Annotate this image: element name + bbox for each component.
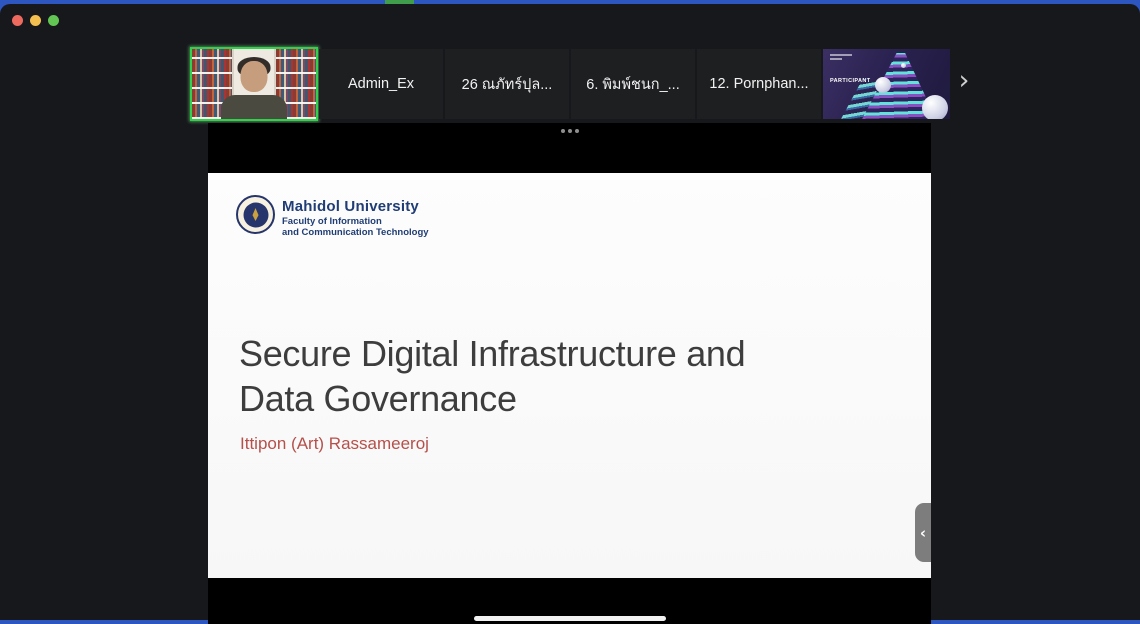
speaker-shirt xyxy=(221,95,287,121)
participant-filmstrip: Admin_Ex 26 ณภัทร์ปุล... 6. พิมพ์ชนก_...… xyxy=(190,43,990,121)
participant-tile[interactable]: 26 ณภัทร์ปุล... xyxy=(445,49,569,119)
shared-screen-region: Mahidol University Faculty of Informatio… xyxy=(208,123,931,624)
minimize-window-button[interactable] xyxy=(30,15,41,26)
university-logo: Mahidol University Faculty of Informatio… xyxy=(236,195,429,238)
mahidol-emblem-icon xyxy=(236,195,275,234)
window-controls xyxy=(12,15,59,26)
slide-title-line: Data Governance xyxy=(239,376,745,421)
sphere-graphic xyxy=(875,77,891,93)
collapse-panel-handle[interactable]: ‹ xyxy=(915,503,931,562)
slide-title: Secure Digital Infrastructure and Data G… xyxy=(239,331,745,421)
participant-slide-thumbnail[interactable]: PARTICIPANT xyxy=(823,49,950,119)
sphere-graphic xyxy=(922,95,948,119)
meeting-app-window: Admin_Ex 26 ณภัทร์ปุล... 6. พิมพ์ชนก_...… xyxy=(0,4,1140,620)
zoom-window-button[interactable] xyxy=(48,15,59,26)
logo-faculty-line: and Communication Technology xyxy=(282,228,429,239)
home-indicator-bar xyxy=(474,616,666,621)
participant-name: 26 ณภัทร์ปุล... xyxy=(462,73,553,96)
speaker-face xyxy=(241,61,268,92)
participant-tile[interactable]: 12. Pornphan... xyxy=(697,49,821,119)
participant-name: Admin_Ex xyxy=(348,76,414,92)
participant-name: 6. พิมพ์ชนก_... xyxy=(586,73,679,96)
thumbnail-micro-text xyxy=(830,54,852,62)
slide-title-line: Secure Digital Infrastructure and xyxy=(239,331,745,376)
logo-org-name: Mahidol University xyxy=(282,198,429,215)
presenter-name: Ittipon (Art) Rassameeroj xyxy=(240,434,429,454)
logo-faculty-line: Faculty of Information xyxy=(282,217,429,228)
sphere-graphic xyxy=(901,63,906,68)
thumbnail-participant-label: PARTICIPANT xyxy=(830,78,871,84)
more-options-handle-icon[interactable] xyxy=(559,127,581,135)
chevron-right-icon[interactable]: › xyxy=(952,61,976,101)
chevron-left-icon: ‹ xyxy=(920,524,926,542)
presentation-slide: Mahidol University Faculty of Informatio… xyxy=(208,173,931,578)
participant-tile[interactable]: 6. พิมพ์ชนก_... xyxy=(571,49,695,119)
active-speaker-video-tile[interactable] xyxy=(190,47,318,121)
participant-name: 12. Pornphan... xyxy=(709,76,808,92)
close-window-button[interactable] xyxy=(12,15,23,26)
participant-tile[interactable]: Admin_Ex xyxy=(319,49,443,119)
